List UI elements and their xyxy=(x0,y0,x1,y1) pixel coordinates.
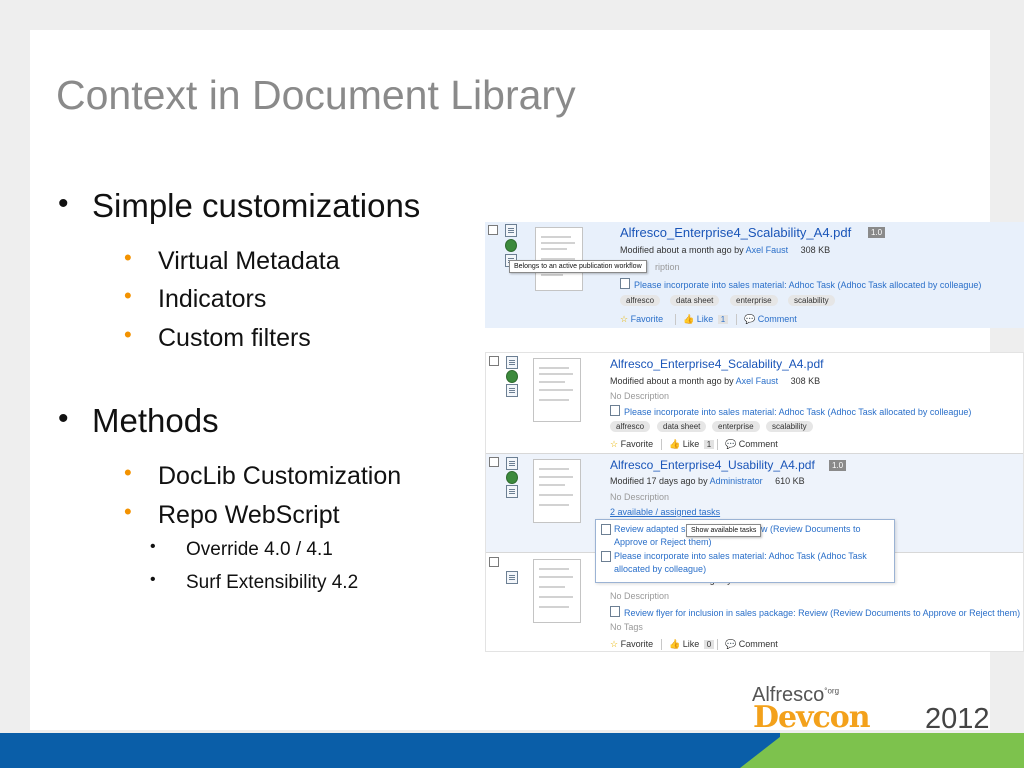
comment-action[interactable]: 💬 Comment xyxy=(725,639,778,650)
task-indicator-icon xyxy=(506,384,518,397)
select-checkbox[interactable] xyxy=(489,457,499,467)
popup-task-link[interactable]: w (Review Documents to xyxy=(761,524,861,534)
footer-green-stripe xyxy=(780,733,1024,768)
tag[interactable]: data sheet xyxy=(657,421,707,432)
document-thumbnail[interactable] xyxy=(535,227,583,291)
comment-action[interactable]: 💬 Comment xyxy=(725,439,778,450)
document-thumbnail[interactable] xyxy=(533,559,581,623)
task-icon xyxy=(601,551,611,562)
bullet-dot: • xyxy=(58,402,69,435)
popup-task-link[interactable]: Approve or Reject them) xyxy=(614,537,712,547)
modified-info: Modified 17 days ago by Administrator 61… xyxy=(610,476,805,486)
like-action[interactable]: 👍 Like 1 xyxy=(683,314,729,325)
task-link[interactable]: Please incorporate into sales material: … xyxy=(610,405,971,417)
document-name-link[interactable]: Alfresco_Enterprise4_Usability_A4.pdf xyxy=(610,458,815,472)
favorite-action[interactable]: ☆ Favorite xyxy=(620,314,663,325)
workflow-indicator-icon xyxy=(506,471,518,484)
doclib-screenshot-top: Alfresco_Enterprise4_Scalability_A4.pdf … xyxy=(485,222,1024,328)
description-text: No Description xyxy=(610,391,670,401)
comment-action[interactable]: 💬 Comment xyxy=(744,314,797,325)
footer-green-stripe xyxy=(740,733,785,768)
task-icon xyxy=(620,278,630,289)
bullet-dot: • xyxy=(150,571,156,588)
description-text: No Description xyxy=(610,591,670,601)
thumbs-up-icon: 👍 xyxy=(669,639,681,649)
modified-info: Modified about a month ago by Axel Faust… xyxy=(610,376,821,386)
popup-task-link[interactable]: allocated by colleague) xyxy=(614,564,706,574)
select-checkbox[interactable] xyxy=(489,557,499,567)
version-badge: 1.0 xyxy=(868,227,886,238)
slide-title: Context in Document Library xyxy=(56,72,576,118)
favorite-action[interactable]: ☆ Favorite xyxy=(610,439,653,450)
devcon-year: 2012 xyxy=(925,703,990,735)
bullet-dot: • xyxy=(124,499,132,524)
bullet-dot: • xyxy=(58,187,69,220)
star-icon: ☆ xyxy=(610,639,619,649)
document-indicator-icon xyxy=(506,457,518,470)
bullet-dot: • xyxy=(124,283,132,308)
description-text: No Description xyxy=(610,492,670,502)
tag[interactable]: alfresco xyxy=(610,421,651,432)
tag[interactable]: scalability xyxy=(766,421,813,432)
task-indicator-icon xyxy=(506,571,518,584)
tag[interactable]: enterprise xyxy=(712,421,760,432)
tag[interactable]: scalability xyxy=(788,295,835,306)
task-icon xyxy=(601,524,611,535)
workflow-indicator-icon xyxy=(506,370,518,383)
workflow-indicator-icon[interactable] xyxy=(505,239,517,252)
task-indicator-icon xyxy=(506,485,518,498)
task-icon xyxy=(610,405,620,416)
user-link[interactable]: Axel Faust xyxy=(736,376,779,386)
popup-task-link[interactable]: Please incorporate into sales material: … xyxy=(614,551,867,561)
no-tags-text: No Tags xyxy=(610,622,643,632)
comment-icon: 💬 xyxy=(725,639,737,649)
document-name-link[interactable]: Alfresco_Enterprise4_Scalability_A4.pdf xyxy=(610,357,823,371)
comment-icon: 💬 xyxy=(744,314,756,324)
tag[interactable]: enterprise xyxy=(730,295,778,306)
footer-band xyxy=(0,733,1024,768)
devcon-logo: Devcon xyxy=(753,700,871,735)
modified-info: Modified about a month ago by Axel Faust… xyxy=(620,245,831,255)
description-text: ription xyxy=(655,262,680,272)
like-action[interactable]: 👍 Like 0 xyxy=(669,639,715,650)
document-thumbnail[interactable] xyxy=(533,358,581,422)
task-icon xyxy=(610,606,620,617)
tag[interactable]: data sheet xyxy=(670,295,720,306)
star-icon: ☆ xyxy=(620,314,629,324)
favorite-action[interactable]: ☆ Favorite xyxy=(610,639,653,650)
task-link[interactable]: Please incorporate into sales material: … xyxy=(620,278,981,290)
like-action[interactable]: 👍 Like 1 xyxy=(669,439,715,450)
doclib-screenshot-list: Alfresco_Enterprise4_Scalability_A4.pdf … xyxy=(485,352,1024,652)
star-icon: ☆ xyxy=(610,439,619,449)
document-name-link[interactable]: Alfresco_Enterprise4_Scalability_A4.pdf xyxy=(620,225,851,240)
document-thumbnail[interactable] xyxy=(533,459,581,523)
thumbs-up-icon: 👍 xyxy=(683,314,695,324)
select-checkbox[interactable] xyxy=(489,356,499,366)
document-indicator-icon xyxy=(505,224,517,237)
task-link[interactable]: Review flyer for inclusion in sales pack… xyxy=(610,606,1020,618)
show-tasks-tooltip: Show available tasks xyxy=(686,524,762,537)
thumbs-up-icon: 👍 xyxy=(669,439,681,449)
user-link[interactable]: Axel Faust xyxy=(746,245,789,255)
document-indicator-icon xyxy=(506,356,518,369)
indicator-tooltip: Belongs to an active publication workflo… xyxy=(509,260,647,273)
comment-icon: 💬 xyxy=(725,439,737,449)
available-tasks-link[interactable]: 2 available / assigned tasks xyxy=(610,507,720,517)
bullet-dot: • xyxy=(124,245,132,270)
tag[interactable]: alfresco xyxy=(620,295,661,306)
bullet-dot: • xyxy=(124,460,132,485)
version-badge: 1.0 xyxy=(829,460,847,471)
select-checkbox[interactable] xyxy=(488,225,498,235)
bullet-dot: • xyxy=(150,538,156,555)
bullet-dot: • xyxy=(124,322,132,347)
popup-task-link[interactable]: Review adapted s xyxy=(614,524,686,534)
user-link[interactable]: Administrator xyxy=(710,476,763,486)
